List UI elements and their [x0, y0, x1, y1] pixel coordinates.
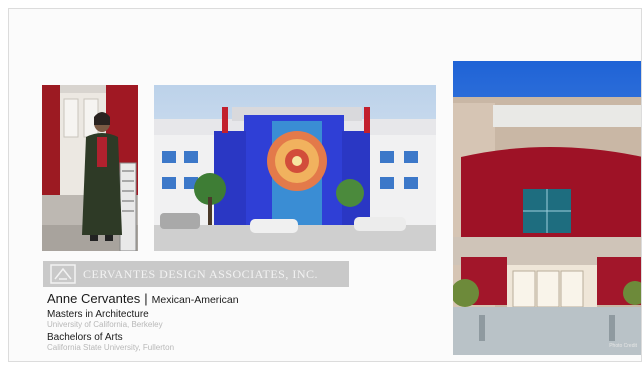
degree-title: Masters in Architecture — [47, 309, 149, 320]
heritage-label: Mexican-American — [151, 294, 239, 306]
person-name: Anne Cervantes — [47, 291, 141, 306]
red-building-photo: Photo Credit — [453, 61, 641, 355]
company-name: CERVANTES DESIGN ASSOCIATES, INC. — [83, 266, 319, 281]
school-building-photo — [154, 85, 436, 251]
degree-title: Bachelors of Arts — [47, 332, 123, 343]
company-banner: CERVANTES DESIGN ASSOCIATES, INC. — [43, 261, 349, 287]
bio: Anne Cervantes | Mexican-American Masters … — [47, 291, 239, 352]
name-line: Anne Cervantes | Mexican-American — [47, 291, 239, 306]
photo-credit: Photo Credit — [609, 343, 637, 349]
school-name: California State University, Fullerton — [47, 343, 175, 352]
company-logo-icon — [50, 264, 76, 284]
slide: Photo Credit CERVANTES DESIGN ASSOCIATES… — [8, 8, 642, 362]
name-separator: | — [144, 291, 148, 306]
portrait-photo — [42, 85, 138, 251]
school-name: University of California, Berkeley — [47, 320, 163, 329]
